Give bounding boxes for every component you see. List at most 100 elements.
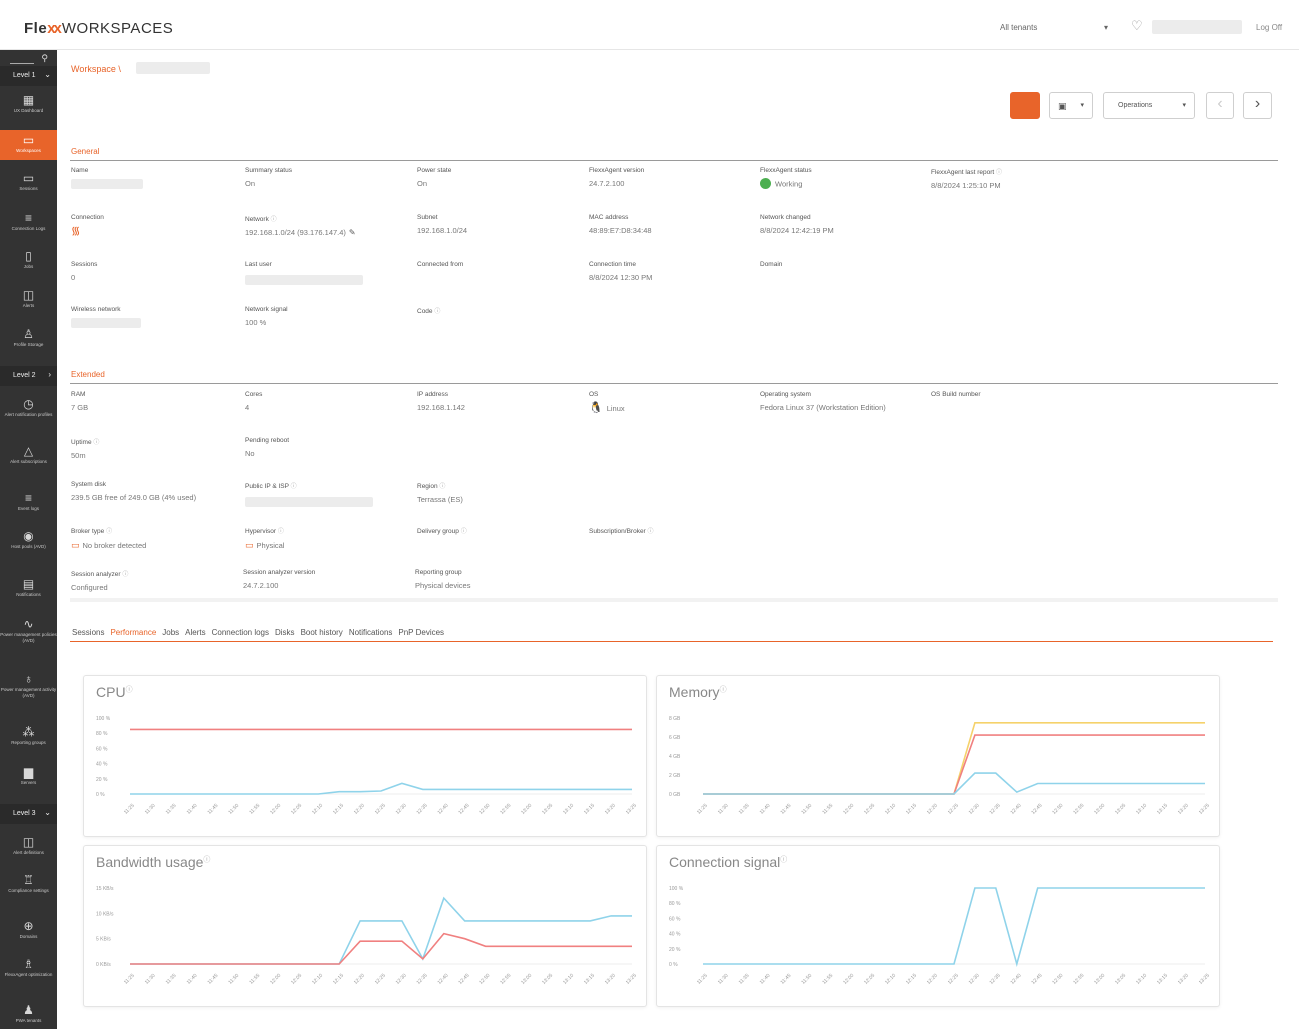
x-tick-label: 12:10	[884, 973, 897, 986]
field-value: 7 GB	[71, 403, 89, 412]
x-tick-label: 12:40	[1009, 973, 1022, 986]
info-icon[interactable]: ⓘ	[461, 529, 467, 535]
x-tick-label: 11:50	[800, 973, 813, 986]
tab-performance[interactable]: Performance	[110, 628, 156, 637]
level-label: Level 3	[13, 810, 36, 817]
sidebar-item-servers[interactable]: ▆ Servers	[0, 766, 57, 790]
field-summary-status: Summary status On	[245, 167, 415, 189]
sidebar-item-flexxagent-optimization[interactable]: ♗ FlexxAgent optimization	[0, 958, 57, 992]
sidebar-item-alerts[interactable]: ◫ Alerts	[0, 289, 57, 313]
sidebar-item-alert-definitions[interactable]: ◫ Alert definitions	[0, 836, 57, 860]
sidebar-item-jobs[interactable]: ▯ Jobs	[0, 250, 57, 274]
tab-jobs[interactable]: Jobs	[162, 628, 179, 637]
info-icon[interactable]: ⓘ	[996, 170, 1002, 176]
field-value: 192.168.1.0/24	[417, 226, 468, 235]
tab-sessions[interactable]: Sessions	[72, 628, 104, 637]
field-label: Connection	[71, 214, 104, 221]
tab-pnp-devices[interactable]: PnP Devices	[398, 628, 444, 637]
info-icon[interactable]: ⓘ	[648, 529, 654, 535]
x-tick-label: 11:50	[227, 803, 240, 816]
field-label: MAC address	[589, 214, 629, 221]
sidebar-search[interactable]: ⚲	[10, 53, 48, 66]
section-separator	[70, 598, 1278, 602]
info-icon[interactable]: ⓘ	[439, 484, 445, 490]
sidebar-item-event-logs[interactable]: ≡ Event logs	[0, 492, 57, 516]
info-icon[interactable]: ⓘ	[106, 529, 112, 535]
sidebar-item-profile-storage[interactable]: ♙ Profile Storage	[0, 328, 57, 354]
sidebar-item-domains[interactable]: ⊕ Domains	[0, 920, 57, 944]
tenant-selector[interactable]: All tenants	[1000, 23, 1037, 32]
chevron-down-icon[interactable]: ▾	[1104, 23, 1108, 32]
field-uptime: Uptime ⓘ 50m	[71, 437, 241, 461]
sidebar-level-3[interactable]: Level 3 ⌄	[0, 804, 57, 824]
info-icon[interactable]: ⓘ	[271, 217, 277, 223]
sidebar-item-pwa-tenants[interactable]: ♟ PWA tenants	[0, 1004, 57, 1028]
info-icon[interactable]: ⓘ	[434, 309, 440, 315]
sidebar-item-sessions[interactable]: ▭ Sessions	[0, 172, 57, 196]
next-button[interactable]: ›	[1243, 92, 1272, 119]
field-label: Power state	[417, 167, 452, 174]
primary-action-button[interactable]	[1010, 92, 1040, 119]
sidebar-item-workspaces[interactable]: ▭ Workspaces	[0, 130, 57, 160]
operations-dropdown[interactable]: Operations ▾	[1103, 92, 1195, 119]
field-value: 8/8/2024 12:30 PM	[589, 273, 653, 282]
x-tick-label: 11:25	[123, 803, 136, 816]
broker-text: No broker detected	[82, 541, 147, 550]
sidebar-item-power-management-policies[interactable]: ∿ Power management policies (AVD)	[0, 618, 57, 654]
sidebar-item-host-pools[interactable]: ◉ Host pools (AVD)	[0, 530, 57, 554]
info-icon[interactable]: ⓘ	[122, 572, 128, 578]
tab-disks[interactable]: Disks	[275, 628, 295, 637]
sidebar-item-ux-dashboard[interactable]: ▦ UX Dashboard	[0, 94, 57, 120]
field-domain: Domain	[760, 261, 930, 273]
tab-boot-history[interactable]: Boot history	[301, 628, 343, 637]
circle-icon: ◉	[23, 529, 34, 543]
location-pin-icon[interactable]: ♡	[1131, 18, 1143, 34]
y-tick-label: 4 GB	[669, 754, 681, 760]
field-label-row: Public IP & ISP ⓘ	[245, 481, 415, 490]
sidebar-item-label: Workspaces	[16, 148, 41, 153]
field-value: 239.5 GB free of 249.0 GB (4% used)	[71, 493, 197, 502]
sidebar-level-1[interactable]: Level 1 ⌄	[0, 66, 57, 86]
x-tick-label: 13:20	[1177, 973, 1190, 986]
sidebar-item-label: Alerts	[22, 303, 35, 308]
field-label: Reporting group	[415, 569, 462, 576]
search-icon[interactable]: ⚲	[41, 53, 48, 64]
connection-signal-chart-card: Connection signalⓘ 100 % 80 % 60 % 40 % 20 %…	[656, 845, 1220, 1007]
sidebar-item-reporting-groups[interactable]: ⁂ Reporting groups	[0, 726, 57, 750]
sidebar-item-compliance-settings[interactable]: ♖ Compliance settings	[0, 874, 57, 908]
logoff-link[interactable]: Log Off	[1256, 23, 1282, 32]
tab-notifications[interactable]: Notifications	[349, 628, 393, 637]
bandwidth-chart: 15 KB/s 10 KB/s 5 KB/s 0 KB/s 11:25 11:30 11:3…	[96, 886, 638, 986]
info-icon[interactable]: ⓘ	[291, 484, 297, 490]
field-value: 8/8/2024 12:42:19 PM	[760, 226, 834, 235]
field-label: Domain	[760, 261, 783, 268]
field-label: Delivery group	[417, 528, 459, 535]
previous-button[interactable]: ‹	[1206, 92, 1234, 119]
field-value: 24.7.2.100	[589, 179, 625, 188]
field-label: Network signal	[245, 306, 288, 313]
x-tick-label: 13:00	[1093, 803, 1106, 816]
app-logo[interactable]: Flexx WORKSPACES	[24, 20, 173, 37]
hypervisor-text: Physical	[256, 541, 285, 550]
tab-alerts[interactable]: Alerts	[185, 628, 205, 637]
sidebar-item-power-management-activity[interactable]: ♁ Power management activity (AVD)	[0, 673, 57, 709]
tab-connection-logs[interactable]: Connection logs	[212, 628, 269, 637]
remote-command-button[interactable]: ▣ ▾	[1049, 92, 1093, 119]
breadcrumb[interactable]: Workspace \	[71, 64, 121, 74]
sidebar-item-connection-logs[interactable]: ≡ Connection Logs	[0, 212, 57, 236]
sidebar-item-notifications[interactable]: ▤ Notifications	[0, 578, 57, 602]
field-label: Public IP & ISP	[245, 483, 289, 490]
edit-icon[interactable]: ✎	[349, 228, 356, 237]
info-icon[interactable]: ⓘ	[278, 529, 284, 535]
info-icon[interactable]: ⓘ	[93, 440, 99, 446]
x-tick-label: 11:55	[248, 973, 261, 986]
logo-text: WORKSPACES	[61, 20, 174, 37]
x-tick-label: 13:00	[520, 973, 533, 986]
x-tick-label: 12:55	[1072, 973, 1085, 986]
section-extended-title: Extended	[71, 370, 105, 379]
sidebar-item-alert-subscriptions[interactable]: △ Alert subscriptions	[0, 445, 57, 477]
field-region: Region ⓘ Terrassa (ES)	[417, 481, 587, 505]
sidebar-level-2[interactable]: Level 2 ›	[0, 366, 57, 386]
message-icon: ▤	[22, 577, 35, 591]
sidebar-item-alert-notification-profiles[interactable]: ◷ Alert notification profiles	[0, 398, 57, 430]
